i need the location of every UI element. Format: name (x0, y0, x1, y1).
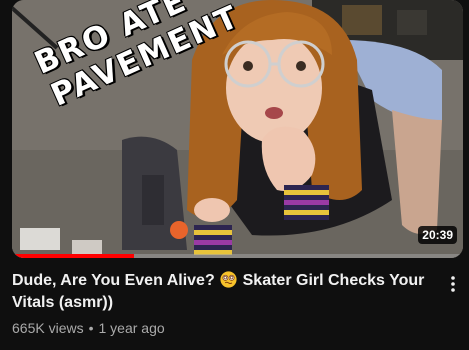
watch-progress-fill (12, 254, 134, 258)
video-title-part-1: Dude, Are You Even Alive? (12, 272, 215, 289)
video-card[interactable]: BRO ATE PAVEMENT 20:39 Dude, Are You Eve… (0, 0, 469, 350)
upload-age: 1 year ago (98, 320, 165, 336)
vertical-dots-icon (451, 276, 455, 292)
duration-badge: 20:39 (418, 226, 457, 244)
video-metadata: 665K views • 1 year ago (12, 320, 165, 336)
more-actions-button[interactable] (441, 272, 465, 296)
watch-progress-bar (12, 254, 463, 258)
view-count: 665K views (12, 320, 84, 336)
video-title[interactable]: Dude, Are You Even Alive? Skater Girl Ch… (12, 270, 430, 314)
meta-separator: • (88, 320, 94, 336)
video-thumbnail[interactable]: BRO ATE PAVEMENT 20:39 (12, 0, 463, 258)
dizzy-face-emoji-icon (220, 271, 237, 288)
